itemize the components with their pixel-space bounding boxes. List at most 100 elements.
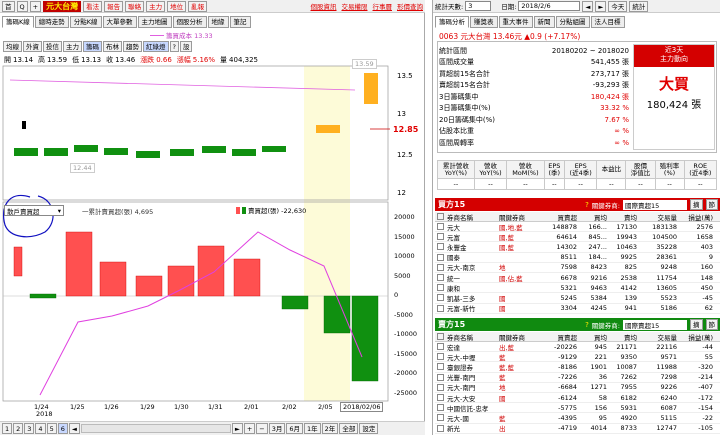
broker-row[interactable]: 元大-中壢 藍 -9129 221 9350 9571 55 — [435, 352, 720, 363]
broker-col-header[interactable]: 賣均 — [607, 332, 637, 342]
tab-reward[interactable]: 賺獎表 — [470, 15, 498, 28]
checkbox[interactable] — [437, 353, 444, 361]
broker-col-header[interactable]: 券商名稱 — [447, 212, 499, 222]
range-6m[interactable]: 6月 — [286, 423, 304, 434]
broker-col-header[interactable]: 關鍵券商 — [499, 332, 541, 342]
checkbox[interactable] — [437, 263, 444, 271]
checkbox[interactable] — [437, 333, 444, 340]
checkbox[interactable] — [437, 274, 444, 282]
checkbox[interactable] — [437, 213, 444, 220]
buy-rel-select[interactable]: 國際賣超15 — [623, 199, 687, 210]
broker-col-header[interactable]: 損益(萬) — [677, 212, 713, 222]
range-3m[interactable]: 3月 — [268, 423, 286, 434]
checkbox[interactable] — [437, 383, 444, 391]
volume-bar — [99, 261, 127, 297]
tab-events[interactable]: 重大事件 — [498, 15, 533, 28]
chip-select[interactable]: 散戶賣買超 ▾ — [4, 205, 64, 216]
sell-edit-button[interactable]: 摘 — [690, 319, 703, 330]
broker-row[interactable]: 臺銀證券 藍,藍 -8186 1901 10087 11988 -320 — [435, 362, 720, 373]
page-5[interactable]: 5 — [46, 423, 57, 434]
broker-row[interactable]: 元富-新竹 國 3304 4245 941 5186 62 — [435, 304, 720, 314]
sell-help-icon[interactable]: ? — [585, 321, 589, 329]
broker-col-header[interactable]: 賣均 — [607, 212, 637, 222]
checkbox[interactable] — [437, 233, 444, 241]
broker-col-header[interactable]: 買均 — [577, 212, 607, 222]
broker-col-header[interactable]: 買均 — [577, 332, 607, 342]
zoom-out-icon[interactable]: − — [256, 423, 268, 434]
page-4[interactable]: 4 — [35, 423, 46, 434]
broker-row[interactable]: 中國信託-忠孝 -5775 156 5931 6087 -154 — [435, 403, 720, 414]
range-2y[interactable]: 2年 — [321, 423, 339, 434]
broker-row[interactable]: 元大-南門 地 -6684 1271 7955 9226 -407 — [435, 383, 720, 393]
scrollbar-track[interactable] — [80, 424, 231, 433]
broker-cell: 9571 — [660, 352, 677, 361]
scroll-right-icon[interactable]: ► — [231, 423, 243, 434]
stat-days-input[interactable]: 3 — [465, 1, 492, 11]
broker-cell: 元大-國 — [447, 414, 469, 423]
broker-col-header[interactable]: 買賣超 — [541, 332, 578, 342]
broker-cell: 國,藍 — [499, 243, 515, 252]
broker-row[interactable]: 元大-大安 國 -6124 58 6182 6240 -172 — [435, 393, 720, 404]
checkbox[interactable] — [437, 404, 444, 412]
fund-table: 累計營收 YoY(%) 營收 YoY(%) 營收 MoM(%) EPS (季) EPS … — [437, 160, 718, 190]
broker-row[interactable]: 元富 國,藍 64614 845... 19943 104500 1658 — [435, 232, 720, 243]
fund-header: EPS (季) — [543, 160, 565, 179]
tab-chip-analysis[interactable]: 籌碼分析 — [435, 15, 469, 28]
checkbox[interactable] — [437, 414, 444, 422]
broker-row[interactable]: 凱基-三多 國 5245 5384 139 5523 -45 — [435, 293, 720, 304]
checkbox[interactable] — [437, 394, 444, 402]
broker-col-header[interactable]: 買賣超 — [541, 212, 578, 222]
buy-help-icon[interactable]: ? — [585, 201, 589, 209]
buy-filter-button[interactable]: 節 — [705, 199, 718, 210]
broker-col-header[interactable]: 交易量 — [637, 332, 678, 342]
calc-button[interactable]: 統計 — [629, 0, 649, 12]
checkbox[interactable] — [437, 253, 444, 261]
next-day-icon[interactable]: ► — [595, 0, 607, 12]
broker-col-header[interactable]: 關鍵券商 — [499, 212, 541, 222]
broker-row[interactable]: 元大-國 藍 -4395 95 4920 5115 -22 — [435, 413, 720, 424]
today-button[interactable]: 今天 — [608, 0, 628, 12]
broker-col-header[interactable]: 損益(萬) — [677, 332, 713, 342]
last-price-box: 13.59 — [352, 59, 377, 69]
page-2[interactable]: 2 — [13, 423, 24, 434]
broker-row[interactable]: 永豐金 國,藍 14302 247... 10463 35228 403 — [435, 242, 720, 253]
broker-row[interactable]: 元大 國,地,藍 148878 166... 17130 183138 2576 — [435, 222, 720, 233]
range-1y[interactable]: 1年 — [304, 423, 321, 434]
x-tick: 2/05 — [318, 403, 333, 411]
checkbox[interactable] — [437, 223, 444, 231]
checkbox[interactable] — [437, 284, 444, 292]
checkbox[interactable] — [437, 373, 444, 381]
checkbox[interactable] — [437, 304, 444, 312]
broker-row[interactable]: 光豐-南門 藍 -7226 36 7262 7298 -214 — [435, 373, 720, 383]
checkbox[interactable] — [437, 294, 444, 302]
range-all[interactable]: 全部 — [339, 423, 359, 434]
checkbox[interactable] — [437, 243, 444, 251]
sell-rel-select[interactable]: 國際賣超15 — [623, 319, 687, 330]
broker-row[interactable]: 康和 5321 9463 4142 13605 450 — [435, 283, 720, 294]
tab-branch-chart[interactable]: 分點組圖 — [555, 15, 590, 28]
broker-col-header[interactable]: 交易量 — [637, 212, 678, 222]
tab-news[interactable]: 新聞 — [533, 15, 555, 28]
tab-target[interactable]: 法人目標 — [590, 15, 625, 28]
page-1[interactable]: 1 — [2, 423, 13, 434]
checkbox[interactable] — [437, 363, 444, 371]
settings-button[interactable]: 設定 — [359, 423, 379, 434]
page-3[interactable]: 3 — [24, 423, 35, 434]
sell-filter-button[interactable]: 節 — [705, 319, 718, 330]
broker-row[interactable]: 統一 國,佔,藍 6678 9216 2538 11754 148 — [435, 273, 720, 284]
broker-row[interactable]: 新光 出 -4719 4014 8733 12747 -105 — [435, 424, 720, 434]
broker-cell: 1271 — [590, 383, 607, 392]
date-input[interactable]: 2018/2/6 — [518, 1, 581, 11]
broker-col-header[interactable]: 券商名稱 — [447, 332, 499, 342]
broker-row[interactable]: 國泰 8511 184... 9925 28361 9 — [435, 253, 720, 263]
buy-edit-button[interactable]: 摘 — [690, 199, 703, 210]
page-6[interactable]: 6 — [57, 423, 68, 434]
prev-day-icon[interactable]: ◄ — [582, 0, 594, 12]
broker-row[interactable]: 元大-南京 地 7598 8423 825 9248 160 — [435, 263, 720, 273]
scroll-left-icon[interactable]: ◄ — [68, 423, 80, 434]
checkbox[interactable] — [437, 424, 444, 432]
right-toolbar: 統計天數: 3 日期: 2018/2/6 ◄ ► 今天 統計 — [433, 0, 720, 13]
zoom-in-icon[interactable]: + — [243, 423, 256, 434]
broker-row[interactable]: 宏達 出,藍 -20226 945 21171 22116 -44 — [435, 342, 720, 353]
checkbox[interactable] — [437, 343, 444, 351]
